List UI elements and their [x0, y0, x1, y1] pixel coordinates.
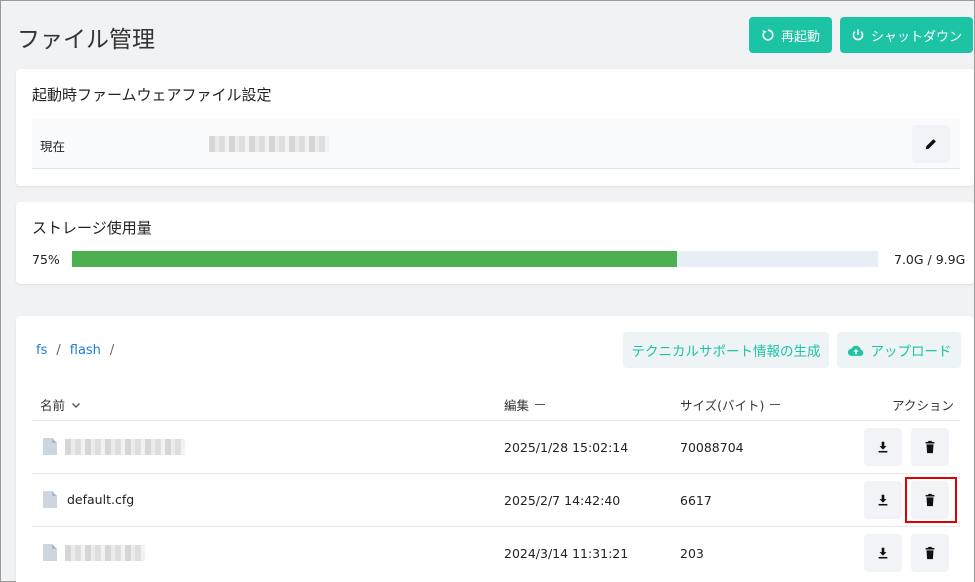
download-icon [878, 494, 888, 506]
file-edited: 2024/3/14 11:31:21 [504, 546, 629, 561]
file-name-redacted [65, 439, 185, 455]
header-divider [32, 420, 960, 421]
current-label: 現在 [40, 139, 66, 154]
file-icon [43, 544, 57, 561]
boot-firmware-title: 起動時ファームウェアファイル設定 [32, 86, 272, 104]
restart-icon [762, 29, 774, 41]
storage-percent: 75% [32, 252, 60, 267]
upload-label: アップロード [870, 344, 952, 360]
column-header-action: アクション [892, 395, 954, 414]
file-edited: 2025/2/7 14:42:40 [504, 493, 621, 508]
column-header-edited[interactable]: 編集 [504, 395, 546, 414]
current-firmware-row [32, 119, 960, 169]
file-icon [43, 491, 57, 508]
file-name-redacted [65, 545, 145, 561]
chevron-down-icon [72, 402, 81, 408]
column-action-label: アクション [892, 398, 954, 413]
trash-icon [925, 440, 935, 454]
download-icon [878, 441, 888, 453]
unsorted-dash-icon [535, 403, 546, 406]
storage-card [16, 202, 974, 284]
edit-firmware-button[interactable] [912, 125, 950, 163]
highlight-box [905, 477, 957, 523]
download-button[interactable] [864, 534, 902, 572]
download-icon [878, 547, 888, 559]
breadcrumb-flash[interactable]: flash [70, 343, 101, 358]
storage-usage-text: 7.0G / 9.9G [894, 252, 966, 267]
column-name-label: 名前 [40, 398, 66, 413]
current-firmware-value-redacted [209, 136, 329, 152]
restart-label: 再起動 [780, 29, 820, 45]
delete-button[interactable] [911, 428, 949, 466]
delete-button[interactable] [911, 534, 949, 572]
file-edited: 2025/1/28 15:02:14 [504, 440, 629, 455]
download-button[interactable] [864, 481, 902, 519]
storage-progress-track [72, 251, 878, 267]
breadcrumb-separator: / [109, 343, 115, 358]
row-divider [32, 473, 960, 474]
file-size: 6617 [680, 493, 712, 508]
cloud-upload-icon [847, 345, 863, 356]
storage-title: ストレージ使用量 [32, 219, 152, 237]
upload-button[interactable]: アップロード [837, 332, 961, 368]
restart-button[interactable]: 再起動 [749, 17, 832, 53]
row-divider [32, 526, 960, 527]
power-icon [852, 29, 864, 41]
column-size-label: サイズ(バイト) [680, 398, 765, 413]
column-header-name[interactable]: 名前 [40, 395, 81, 414]
breadcrumb-separator: / [56, 343, 61, 358]
breadcrumb: fs / flash / [36, 343, 114, 358]
storage-progress-fill [72, 251, 677, 267]
shutdown-button[interactable]: シャットダウン [840, 17, 973, 53]
file-size: 70088704 [680, 440, 744, 455]
pencil-icon [925, 139, 936, 150]
shutdown-label: シャットダウン [870, 29, 962, 45]
column-edited-label: 編集 [504, 398, 530, 413]
file-name: default.cfg [67, 492, 135, 507]
generate-support-info-button[interactable]: テクニカルサポート情報の生成 [623, 332, 829, 368]
download-button[interactable] [864, 428, 902, 466]
trash-icon [925, 546, 935, 560]
column-header-size[interactable]: サイズ(バイト) [680, 395, 781, 414]
file-size: 203 [680, 546, 704, 561]
file-icon [43, 438, 57, 455]
unsorted-dash-icon [770, 403, 781, 406]
page-title: ファイル管理 [17, 27, 155, 53]
generate-support-info-label: テクニカルサポート情報の生成 [631, 344, 821, 360]
breadcrumb-fs[interactable]: fs [36, 343, 47, 358]
